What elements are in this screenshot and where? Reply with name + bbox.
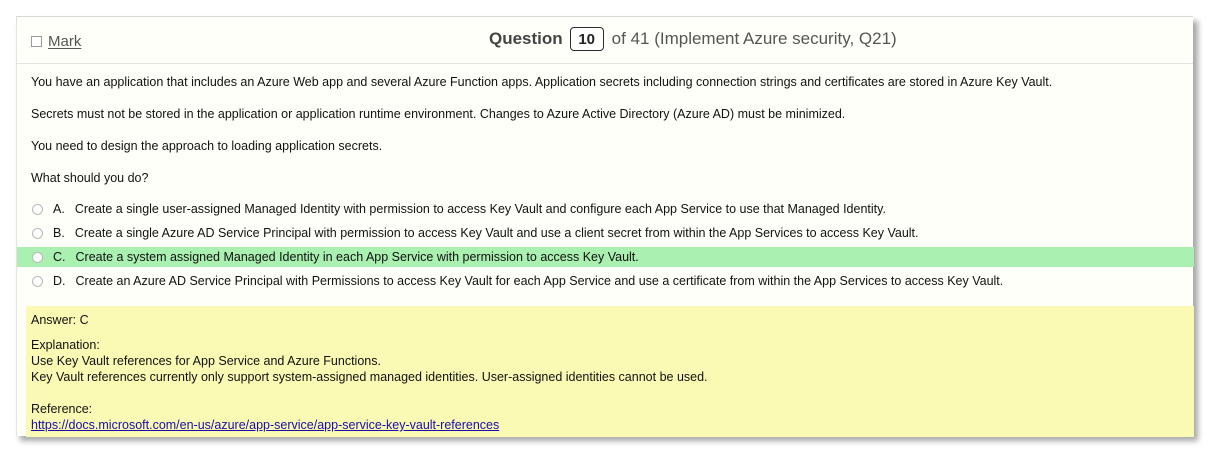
option-c[interactable]: C. Create a system assigned Managed Iden… — [17, 247, 1194, 267]
explanation-line-1: Use Key Vault references for App Service… — [31, 354, 381, 368]
option-c-text: Create a system assigned Managed Identit… — [75, 250, 639, 264]
question-number-field[interactable]: 10 — [569, 27, 604, 51]
question-word: Question — [489, 29, 563, 48]
option-b[interactable]: B. Create a single Azure AD Service Prin… — [17, 223, 1194, 243]
question-panel: Mark Question 10 of 41 (Implement Azure … — [16, 16, 1194, 437]
reference-link[interactable]: https://docs.microsoft.com/en-us/azure/a… — [31, 418, 499, 432]
option-b-text: Create a single Azure AD Service Princip… — [74, 226, 919, 240]
option-b-radio[interactable] — [32, 227, 43, 239]
question-total-topic: of 41 (Implement Azure security, Q21) — [611, 29, 897, 48]
question-header: Mark Question 10 of 41 (Implement Azure … — [17, 17, 1193, 64]
reference-label: Reference: — [31, 402, 93, 416]
explanation-label: Explanation: — [31, 338, 100, 352]
option-d-letter: D. — [53, 274, 66, 288]
question-prompt: What should you do? — [31, 171, 149, 185]
question-paragraph-3: You need to design the approach to loadi… — [31, 139, 383, 153]
option-c-letter: C. — [53, 250, 66, 264]
option-d-text: Create an Azure AD Service Principal wit… — [75, 274, 1004, 288]
explanation-line-2: Key Vault references currently only supp… — [31, 370, 708, 384]
mark-checkbox[interactable] — [31, 36, 42, 47]
option-a-text: Create a single user-assigned Managed Id… — [74, 202, 886, 216]
question-paragraph-2: Secrets must not be stored in the applic… — [31, 107, 846, 121]
mark-label[interactable]: Mark — [48, 33, 81, 50]
option-c-radio[interactable] — [32, 251, 43, 263]
option-d[interactable]: D. Create an Azure AD Service Principal … — [17, 271, 1194, 291]
option-d-radio[interactable] — [32, 275, 43, 287]
option-b-letter: B. — [53, 226, 65, 240]
option-a-letter: A. — [53, 202, 65, 216]
answer-explanation-box: Answer: C Explanation: Use Key Vault ref… — [26, 306, 1194, 437]
question-counter: Question 10 of 41 (Implement Azure secur… — [489, 27, 897, 51]
question-paragraph-1: You have an application that includes an… — [31, 75, 1053, 89]
option-a[interactable]: A. Create a single user-assigned Managed… — [17, 199, 1194, 219]
answer-line: Answer: C — [31, 313, 89, 327]
mark-checkbox-control[interactable]: Mark — [31, 33, 81, 50]
option-a-radio[interactable] — [32, 203, 43, 215]
